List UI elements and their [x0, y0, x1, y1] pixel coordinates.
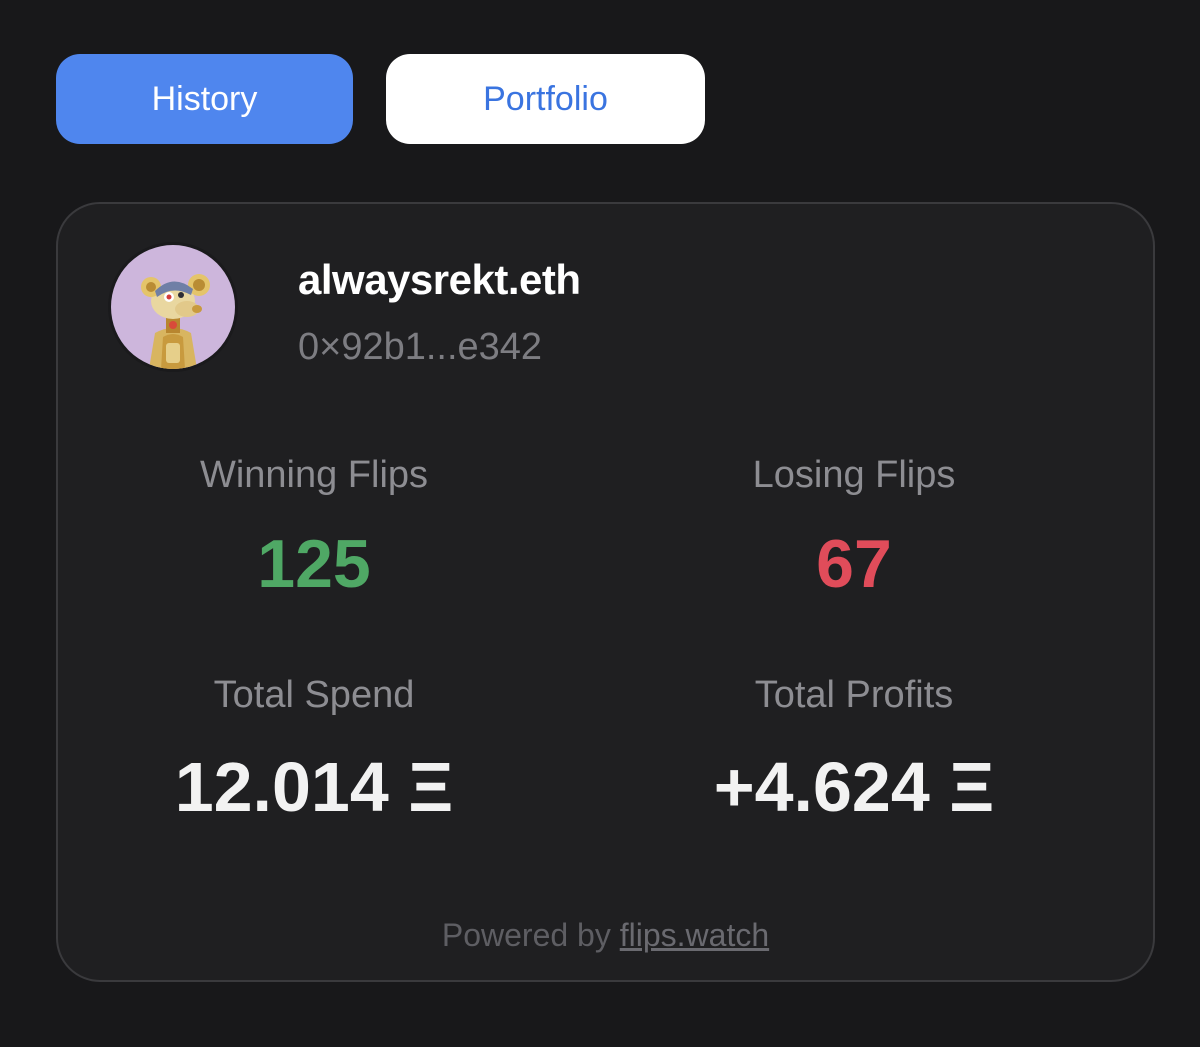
- winning-flips-value: 125: [257, 526, 371, 602]
- profile-card: alwaysrekt.eth 0×92b1...e342 Winning Fli…: [56, 202, 1155, 982]
- tab-history[interactable]: History: [56, 54, 353, 144]
- wallet-address: 0×92b1...e342: [298, 326, 543, 368]
- total-profits-value: +4.624 Ξ: [713, 748, 995, 826]
- total-spend-value: 12.014 Ξ: [174, 748, 454, 826]
- losing-flips-label: Losing Flips: [752, 454, 956, 496]
- winning-flips-stat: Winning Flips 125: [114, 454, 514, 603]
- avatar[interactable]: [108, 242, 238, 372]
- tab-portfolio[interactable]: Portfolio: [386, 54, 705, 144]
- username: alwaysrekt.eth: [298, 256, 581, 303]
- flips-watch-link[interactable]: flips.watch: [620, 917, 769, 953]
- total-profits-stat: Total Profits +4.624 Ξ: [654, 674, 1054, 827]
- winning-flips-label: Winning Flips: [199, 454, 429, 496]
- total-spend-stat: Total Spend 12.014 Ξ: [114, 674, 514, 827]
- powered-by-text: Powered by: [441, 917, 620, 953]
- total-spend-label: Total Spend: [213, 674, 415, 716]
- nft-avatar-icon: [111, 245, 235, 369]
- losing-flips-value: 67: [816, 526, 892, 602]
- losing-flips-stat: Losing Flips 67: [654, 454, 1054, 603]
- powered-by-footer: Powered by flips.watch: [58, 917, 1153, 954]
- total-profits-label: Total Profits: [754, 674, 954, 716]
